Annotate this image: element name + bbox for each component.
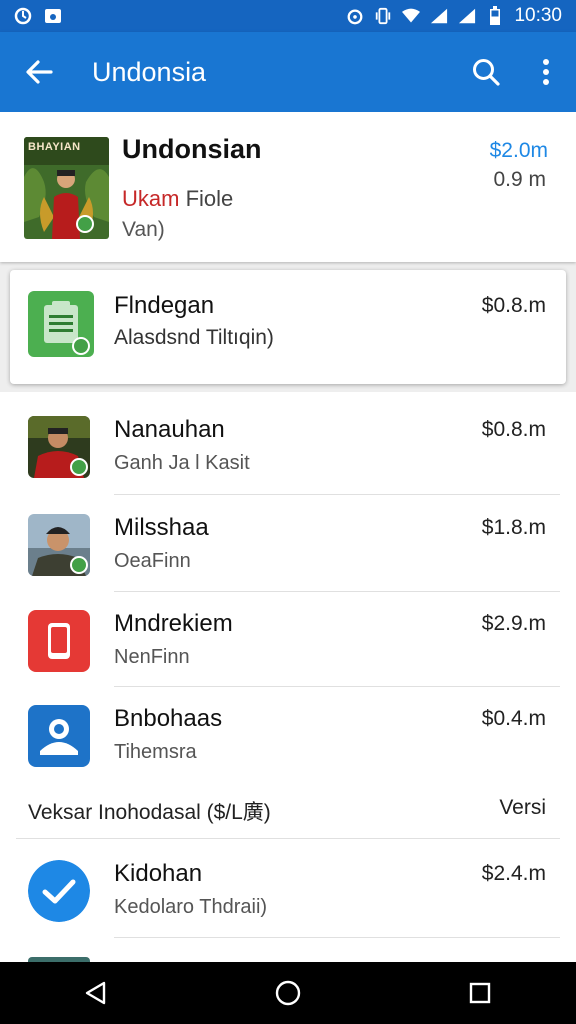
featured-item[interactable]: BHAYIAN Undonsian Ukam Fiole Van) $2.0m …	[0, 112, 576, 262]
status-time: 10:30	[514, 5, 562, 26]
verified-badge-icon	[76, 215, 94, 233]
user-app-icon	[28, 705, 90, 767]
featured-sub-gray: Fiole	[185, 186, 234, 211]
version-note: Veksar Inohodasal ($/L廣) Versi	[0, 786, 576, 836]
version-note-text: Veksar Inohodasal ($/L廣)	[28, 801, 271, 824]
list-item-subtitle: Ganh Ja l Kasit	[114, 452, 250, 474]
signal-2-icon	[458, 7, 476, 25]
recents-square-icon	[469, 982, 491, 1004]
featured-thumb-label: BHAYIAN	[28, 141, 81, 153]
back-button[interactable]	[0, 32, 78, 112]
list-item-price: $2.9.m	[481, 612, 546, 635]
selected-price: $0.8.m	[481, 294, 546, 317]
verified-badge-icon	[70, 458, 88, 476]
portrait-cap-icon	[28, 514, 90, 576]
featured-subtitle: Ukam Fiole	[122, 186, 233, 212]
check-app-icon	[28, 860, 90, 922]
nav-recents-button[interactable]	[440, 962, 520, 1024]
portrait-red-icon	[28, 416, 90, 478]
featured-name: Undonsian	[122, 134, 262, 164]
list-item-subtitle: Tihemsra	[114, 741, 197, 763]
list-item-price: $1.8.m	[481, 516, 546, 539]
divider	[114, 494, 560, 495]
system-nav-bar	[0, 962, 576, 1024]
list-item-subtitle: NenFinn	[114, 646, 190, 668]
search-button[interactable]	[456, 32, 516, 112]
verified-badge-icon	[72, 337, 90, 355]
list-item-name: Kidohan	[114, 860, 203, 887]
list-item-price: $0.4.m	[481, 707, 546, 730]
image-icon	[44, 7, 62, 25]
nav-home-button[interactable]	[248, 962, 328, 1024]
page-title: Undonsia	[92, 56, 207, 87]
list-item-subtitle: OeaFinn	[114, 550, 191, 572]
more-vert-icon	[543, 59, 549, 85]
battery-icon	[486, 6, 504, 25]
search-icon	[473, 59, 500, 86]
featured-size: 0.9 m	[493, 168, 546, 191]
list-item[interactable]: Nanauhan Ganh Ja l Kasit $0.8.m	[0, 398, 576, 494]
sync-icon	[14, 7, 32, 25]
list-item[interactable]: Mndrekiem NenFinn $2.9.m	[0, 592, 576, 688]
featured-sub-red: Ukam	[122, 186, 180, 211]
list-item[interactable]: Kidohan Kedolaro Thdraii) $2.4.m	[0, 842, 576, 938]
back-triangle-icon	[85, 981, 106, 1005]
app-list: Nanauhan Ganh Ja l Kasit $0.8.m Milsshaa…	[0, 392, 576, 962]
list-item[interactable]: Bnbohaas Tihemsra $0.4.m	[0, 687, 576, 783]
clipboard-app-icon	[28, 291, 94, 357]
home-circle-icon	[275, 980, 301, 1006]
signal-icon	[430, 7, 448, 25]
more-options-button[interactable]	[516, 32, 576, 112]
list-item-name: Bnbohaas	[114, 705, 223, 732]
list-item-name: Mndrekiem	[114, 610, 233, 637]
nav-back-button[interactable]	[56, 962, 136, 1024]
list-item[interactable]: Milsshaa OeaFinn $1.8.m	[0, 496, 576, 592]
status-bar: 10:30	[0, 0, 576, 32]
phone-app-icon	[28, 610, 90, 672]
list-item-subtitle: Kedolaro Thdraii)	[114, 896, 268, 918]
list-item-name: Milsshaa	[114, 514, 209, 541]
list-item-price: $0.8.m	[481, 418, 546, 441]
selected-subtitle: Alasdsnd Tiltıqin)	[114, 326, 274, 349]
selected-name: Flndegan	[114, 292, 215, 319]
vibrate-icon	[374, 7, 392, 25]
app-bar: Undonsia	[0, 32, 576, 112]
selected-item[interactable]: Flndegan Alasdsnd Tiltıqin) $0.8.m	[10, 270, 566, 384]
featured-price: $2.0m	[489, 139, 548, 162]
list-item-name: Nanauhan	[114, 416, 225, 443]
arrow-back-icon	[26, 60, 53, 84]
wifi-icon	[402, 7, 421, 25]
alarm-icon	[346, 7, 364, 25]
featured-thumbnail: BHAYIAN	[24, 137, 109, 239]
version-note-label: Versi	[499, 796, 546, 819]
verified-badge-icon	[70, 556, 88, 574]
featured-detail: Van)	[122, 218, 165, 241]
list-item-price: $2.4.m	[481, 862, 546, 885]
divider	[16, 838, 560, 839]
content-scroll[interactable]: BHAYIAN Undonsian Ukam Fiole Van) $2.0m …	[0, 112, 576, 962]
divider	[114, 937, 560, 938]
